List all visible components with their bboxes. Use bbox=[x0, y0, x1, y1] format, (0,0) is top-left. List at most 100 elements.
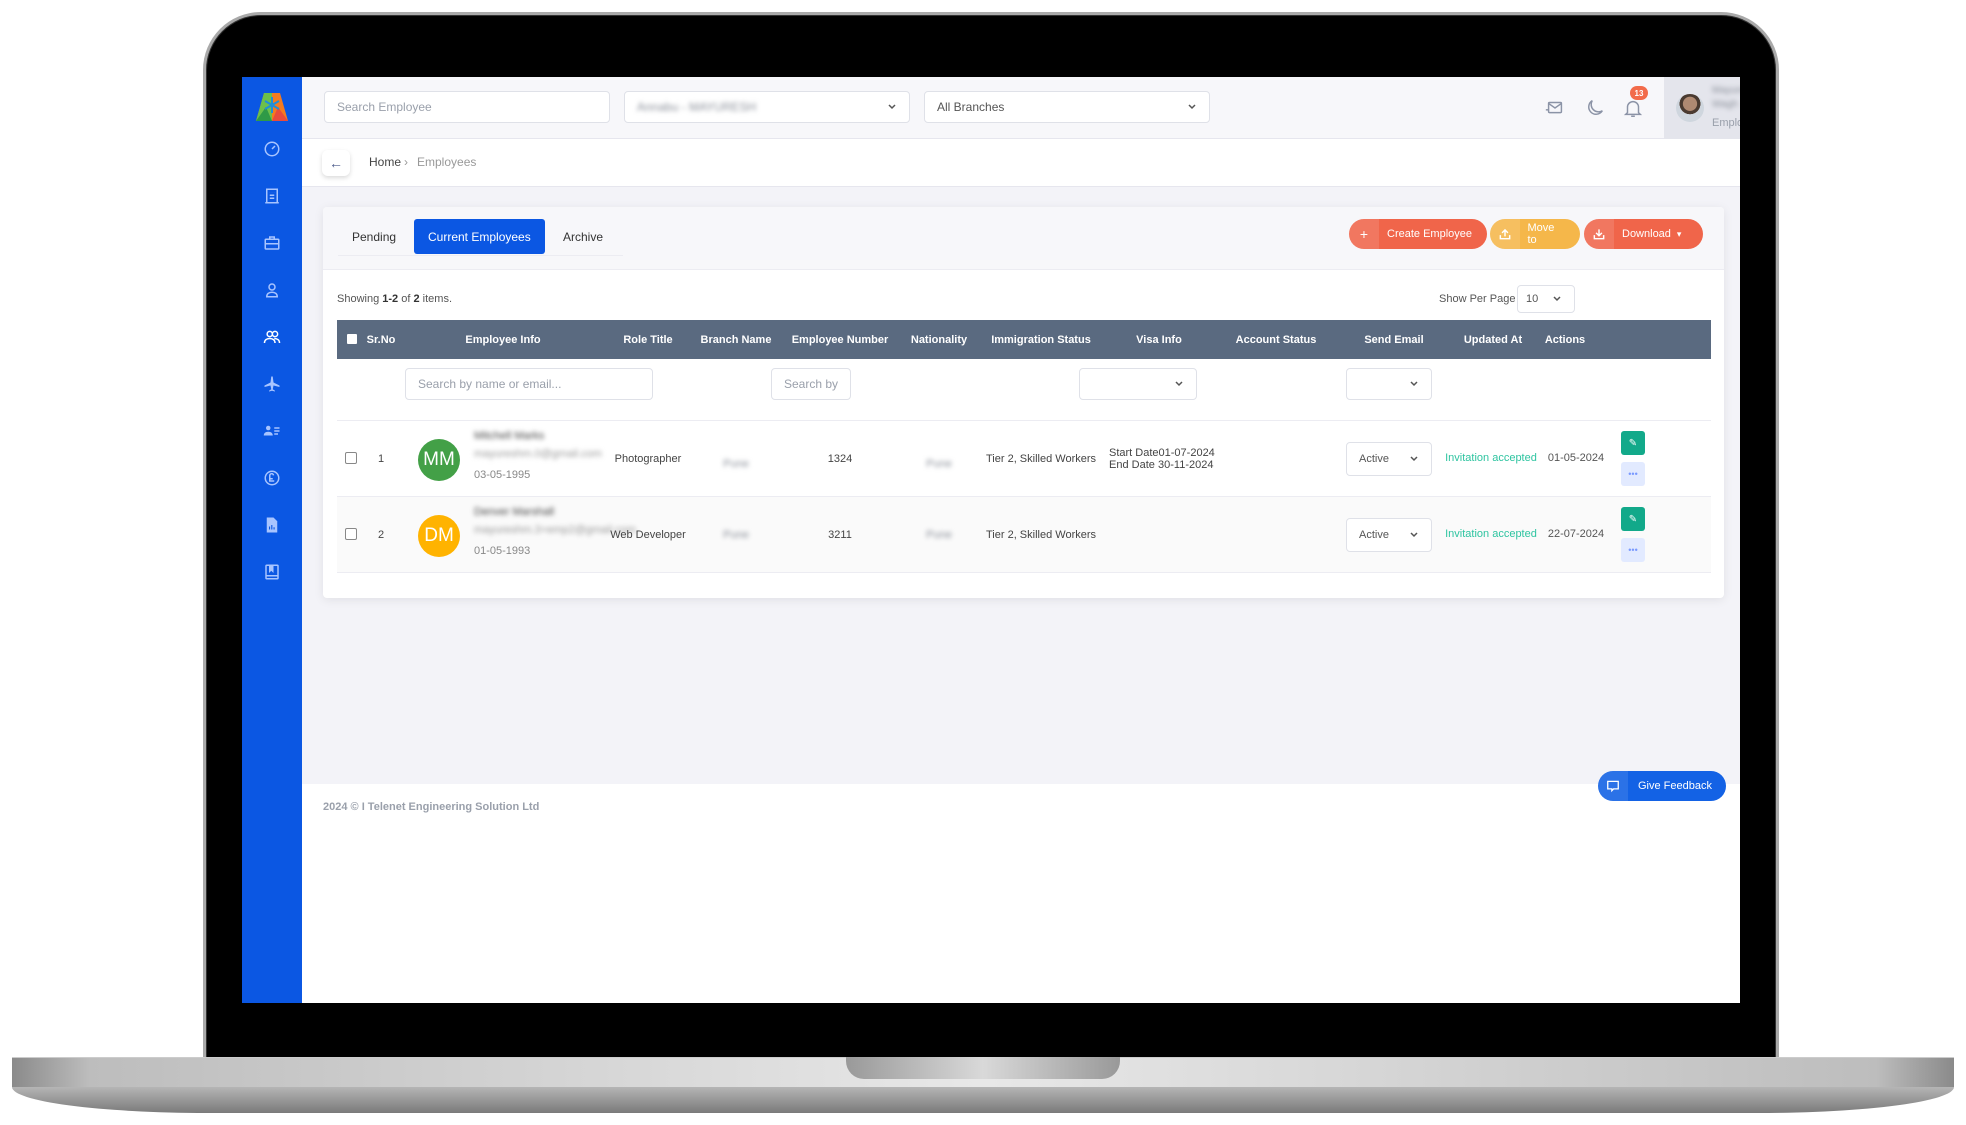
profile-menu[interactable]: Mayuresh Wagh Employer bbox=[1664, 77, 1740, 139]
account-status-select[interactable]: Active bbox=[1346, 442, 1432, 476]
book-icon[interactable] bbox=[260, 560, 284, 584]
column-immigration-status[interactable]: Immigration Status bbox=[979, 320, 1103, 359]
give-feedback-button[interactable]: Give Feedback bbox=[1598, 771, 1726, 801]
company-select[interactable]: Annabu - MAYURESH bbox=[624, 91, 910, 123]
laptop-base-lip bbox=[12, 1087, 1954, 1113]
pencil-icon: ✎ bbox=[1628, 513, 1638, 525]
table-filter-row: Search by name or email... Search by bbox=[337, 359, 1711, 421]
contact-list-icon[interactable] bbox=[260, 419, 284, 443]
select-all-checkbox[interactable] bbox=[347, 334, 357, 344]
company-select-value: Annabu - MAYURESH bbox=[637, 100, 757, 114]
column-role-title[interactable]: Role Title bbox=[605, 320, 691, 359]
immigration-status: Tier 2, Skilled Workers bbox=[985, 529, 1097, 541]
column-updated-at[interactable]: Updated At bbox=[1451, 320, 1535, 359]
chevron-down-icon bbox=[1410, 456, 1418, 462]
breadcrumb-current: Employees bbox=[417, 155, 477, 169]
airplane-icon[interactable] bbox=[260, 372, 284, 396]
copyright-text: 2024 © I Telenet Engineering Solution Lt… bbox=[323, 801, 540, 813]
account-status-select[interactable]: Active bbox=[1346, 518, 1432, 552]
move-to-button[interactable]: Move to bbox=[1490, 219, 1580, 249]
chevron-down-icon: ▾ bbox=[1676, 228, 1682, 239]
search-employee-input[interactable]: Search Employee bbox=[324, 91, 610, 123]
notification-badge: 13 bbox=[1630, 86, 1648, 100]
employee-number: 3211 bbox=[828, 529, 852, 541]
download-button[interactable]: Download ▾ bbox=[1584, 219, 1703, 249]
account-status-value: Active bbox=[1359, 529, 1389, 541]
chevron-down-icon bbox=[1410, 532, 1418, 538]
more-button[interactable]: ••• bbox=[1621, 462, 1645, 486]
user-icon[interactable] bbox=[260, 278, 284, 302]
tab-archive[interactable]: Archive bbox=[549, 219, 617, 254]
bell-icon[interactable] bbox=[1622, 97, 1644, 119]
column-employee-number[interactable]: Employee Number bbox=[781, 320, 899, 359]
column-nationality[interactable]: Nationality bbox=[899, 320, 979, 359]
branch-filter-input[interactable]: Search by bbox=[771, 368, 851, 400]
summary-of: of bbox=[401, 293, 411, 305]
breadcrumb-bar: ← Home › Employees bbox=[302, 139, 1740, 187]
profile-avatar bbox=[1676, 94, 1704, 122]
tab-pending[interactable]: Pending bbox=[338, 219, 410, 254]
column-branch-name[interactable]: Branch Name bbox=[691, 320, 781, 359]
app-screen: Search Employee Annabu - MAYURESH All Br… bbox=[242, 77, 1740, 1003]
pound-icon[interactable] bbox=[260, 466, 284, 490]
branch-name: Pune bbox=[723, 458, 749, 470]
branch-name: Pune bbox=[723, 529, 749, 541]
table-row[interactable]: 1 MM Mitchell Marks mayureshm.0@gmail.co… bbox=[337, 421, 1711, 497]
role-title: Photographer bbox=[614, 453, 682, 465]
employee-name[interactable]: Mitchell Marks bbox=[474, 430, 544, 442]
tab-divider bbox=[338, 255, 623, 256]
row-checkbox[interactable] bbox=[345, 528, 357, 540]
visa-start-date: 01-07-2024 bbox=[1158, 447, 1215, 459]
download-label: Download bbox=[1622, 228, 1671, 240]
back-button[interactable]: ← bbox=[322, 150, 350, 176]
sr-no: 2 bbox=[377, 529, 385, 541]
account-status-value: Active bbox=[1359, 453, 1389, 465]
column-employee-info[interactable]: Employee Info bbox=[403, 320, 603, 359]
sr-no: 1 bbox=[377, 453, 385, 465]
branch-select[interactable]: All Branches bbox=[924, 91, 1210, 123]
immigration-status-filter-select[interactable] bbox=[1079, 368, 1197, 400]
account-status-filter-select[interactable] bbox=[1346, 368, 1432, 400]
branch-select-value: All Branches bbox=[937, 100, 1005, 114]
edit-button[interactable]: ✎ bbox=[1621, 507, 1645, 531]
sidebar bbox=[242, 77, 302, 1003]
app-logo[interactable] bbox=[256, 93, 288, 121]
items-summary: Showing 1-2 of 2 items. bbox=[337, 293, 452, 305]
pencil-icon: ✎ bbox=[1628, 437, 1638, 449]
employee-info-filter-input[interactable]: Search by name or email... bbox=[405, 368, 653, 400]
column-sr-no[interactable]: Sr.No bbox=[359, 320, 403, 359]
column-send-email[interactable]: Send Email bbox=[1337, 320, 1451, 359]
employee-number: 1324 bbox=[827, 453, 853, 465]
create-employee-label: Create Employee bbox=[1387, 228, 1472, 240]
column-account-status[interactable]: Account Status bbox=[1215, 320, 1337, 359]
dashboard-icon[interactable] bbox=[260, 137, 284, 161]
upload-icon bbox=[1490, 219, 1520, 249]
building-icon[interactable] bbox=[260, 184, 284, 208]
briefcase-icon[interactable] bbox=[260, 231, 284, 255]
column-visa-info[interactable]: Visa Info bbox=[1103, 320, 1215, 359]
row-checkbox[interactable] bbox=[345, 452, 357, 464]
tab-current-employees[interactable]: Current Employees bbox=[414, 219, 545, 254]
employees-card: Pending Current Employees Archive + Crea… bbox=[323, 207, 1724, 598]
ellipsis-icon: ••• bbox=[1628, 545, 1638, 555]
breadcrumb-home[interactable]: Home bbox=[369, 155, 401, 169]
per-page-select[interactable]: 10 bbox=[1517, 285, 1575, 313]
move-to-label: Move to bbox=[1527, 222, 1555, 246]
users-icon[interactable] bbox=[260, 325, 284, 349]
mail-icon[interactable] bbox=[1544, 97, 1566, 119]
edit-button[interactable]: ✎ bbox=[1621, 431, 1645, 455]
create-employee-button[interactable]: + Create Employee bbox=[1349, 219, 1487, 249]
summary-total: 2 bbox=[413, 293, 420, 305]
role-title: Web Developer bbox=[610, 529, 686, 541]
table-row[interactable]: 2 DM Denver Marshall mayureshm.3+emp2@gm… bbox=[337, 497, 1711, 573]
employee-avatar: MM bbox=[418, 439, 460, 481]
more-button[interactable]: ••• bbox=[1621, 538, 1645, 562]
dark-mode-icon[interactable] bbox=[1584, 97, 1606, 119]
report-icon[interactable] bbox=[260, 513, 284, 537]
breadcrumb-separator: › bbox=[404, 155, 408, 169]
summary-suffix: items. bbox=[422, 293, 453, 305]
updated-at: 01-05-2024 bbox=[1547, 452, 1605, 464]
employee-name[interactable]: Denver Marshall bbox=[474, 506, 554, 518]
give-feedback-label: Give Feedback bbox=[1638, 780, 1712, 792]
nationality: Pune bbox=[926, 529, 952, 541]
